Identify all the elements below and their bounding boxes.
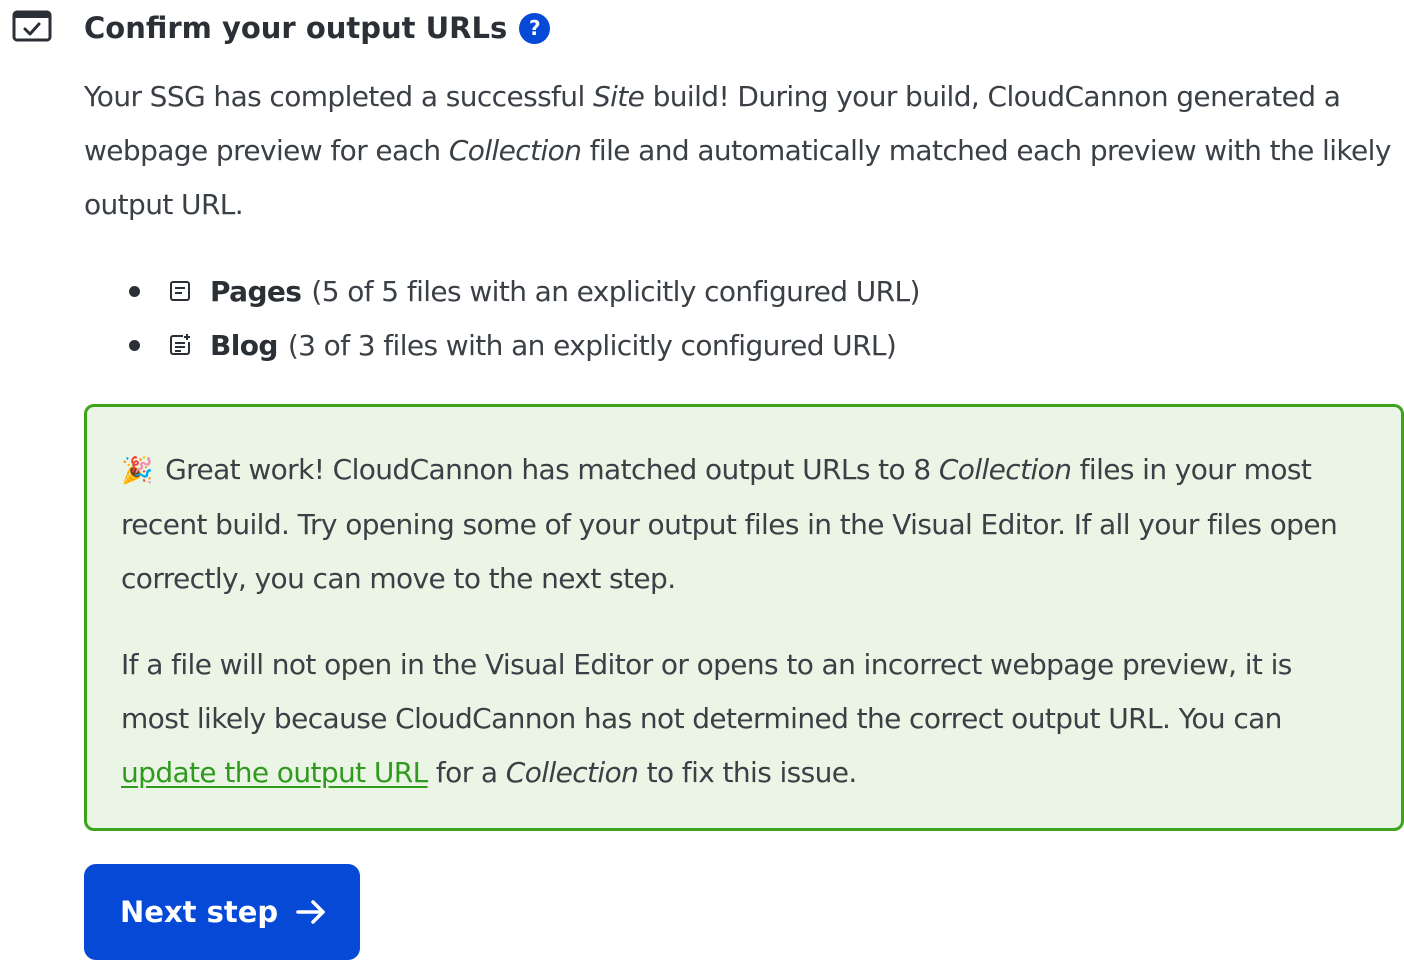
blog-post-icon	[170, 334, 190, 355]
help-icon[interactable]: ?	[519, 12, 551, 44]
intro-text: Your SSG has completed a successful	[84, 80, 593, 113]
next-step-label: Next step	[120, 895, 279, 929]
collection-list: Pages (5 of 5 files with an explicitly c…	[84, 264, 920, 372]
help-paragraph: If a file will not open in the Visual Ed…	[121, 638, 1367, 800]
success-em-collection: Collection	[938, 453, 1072, 486]
help-text: to fix this issue.	[638, 756, 858, 789]
success-text: Great work! CloudCannon has matched outp…	[156, 453, 939, 486]
help-em-collection: Collection	[505, 756, 639, 789]
list-item-blog: Blog (3 of 3 files with an explicitly co…	[84, 318, 920, 372]
intro-em-site: Site	[592, 80, 645, 113]
help-text: for a	[427, 756, 506, 789]
collection-detail: (3 of 3 files with an explicitly configu…	[287, 328, 897, 362]
checked-browser-icon	[12, 10, 52, 42]
list-item-pages: Pages (5 of 5 files with an explicitly c…	[84, 264, 920, 318]
help-text: If a file will not open in the Visual Ed…	[121, 648, 1292, 735]
heading-title: Confirm your output URLs	[84, 11, 508, 45]
bullet	[129, 339, 140, 351]
bullet	[129, 285, 140, 297]
arrow-right-icon	[296, 900, 325, 924]
collection-detail: (5 of 5 files with an explicitly configu…	[311, 274, 920, 308]
collection-name: Pages	[210, 274, 302, 308]
next-step-button[interactable]: Next step	[84, 864, 360, 960]
success-paragraph: 🎉 Great work! CloudCannon has matched ou…	[121, 443, 1367, 606]
intro-em-collection: Collection	[448, 134, 582, 167]
section-heading: Confirm your output URLs ?	[84, 0, 551, 56]
intro-paragraph: Your SSG has completed a successful Site…	[84, 70, 1402, 232]
collection-name: Blog	[210, 328, 278, 362]
update-output-url-link[interactable]: update the output URL	[121, 756, 428, 789]
success-callout: 🎉 Great work! CloudCannon has matched ou…	[84, 404, 1404, 831]
party-popper-icon: 🎉	[121, 456, 153, 486]
page-icon	[170, 281, 190, 301]
